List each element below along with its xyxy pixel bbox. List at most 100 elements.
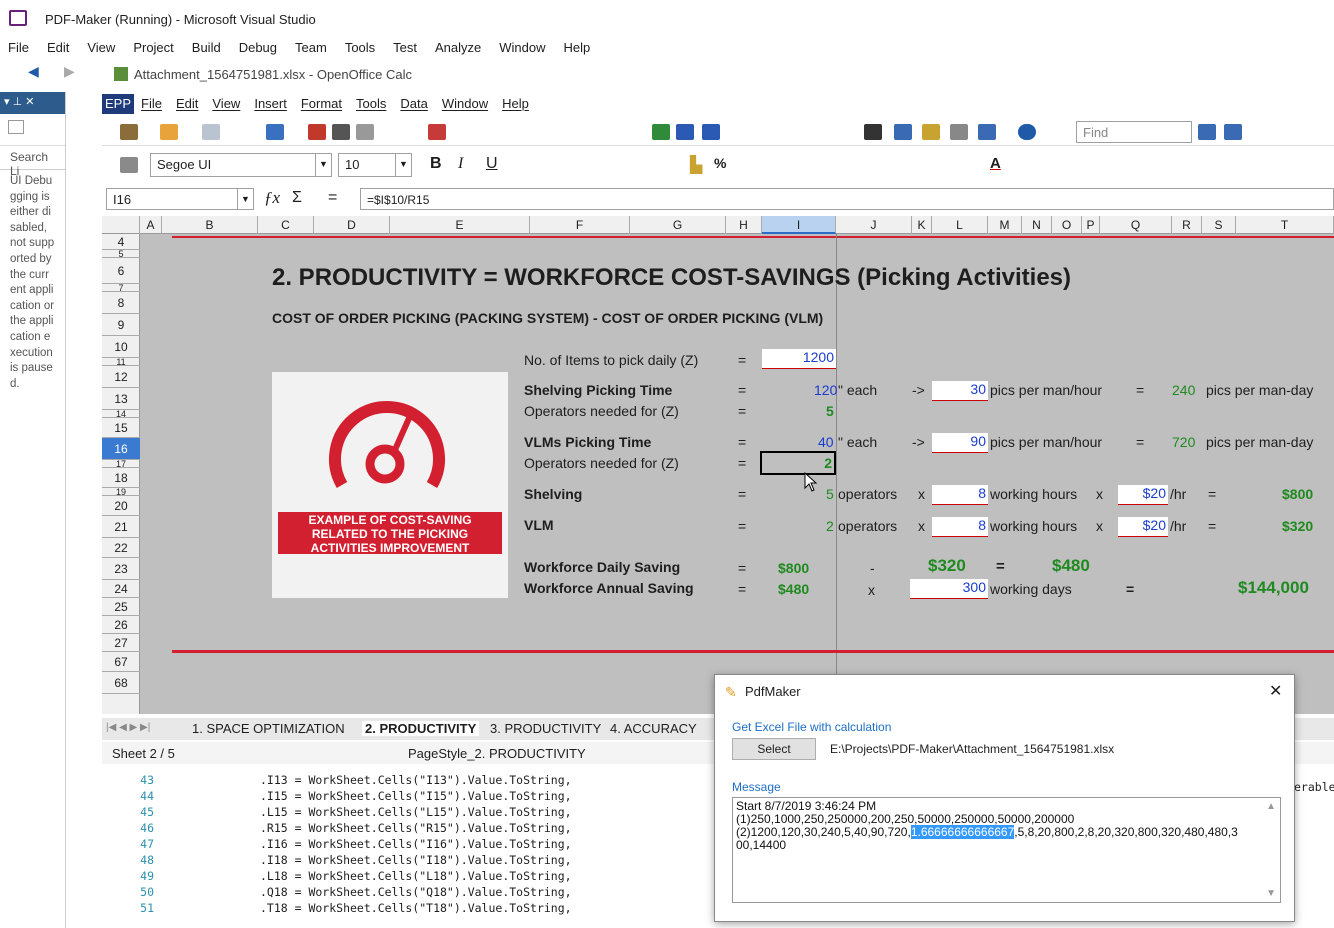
print-icon[interactable] bbox=[332, 124, 350, 140]
select-all-corner[interactable] bbox=[102, 216, 140, 234]
sort-descending-icon[interactable] bbox=[702, 124, 720, 140]
daily-saving-a[interactable]: $800 bbox=[778, 560, 809, 576]
selected-cell-I16[interactable]: 2 bbox=[760, 451, 836, 475]
close-icon[interactable]: ✕ bbox=[1269, 681, 1282, 701]
vs-menu-project[interactable]: Project bbox=[124, 38, 182, 58]
row-header-7[interactable]: 7 bbox=[102, 284, 140, 293]
col-header-J[interactable]: J bbox=[836, 216, 912, 234]
tab-space-optimization[interactable]: 1. SPACE OPTIMIZATION bbox=[192, 721, 345, 736]
col-header-F[interactable]: F bbox=[530, 216, 630, 234]
shelving-cost-value[interactable]: $800 bbox=[1282, 486, 1313, 502]
new-doc-icon[interactable] bbox=[120, 124, 138, 140]
calc-menu-data[interactable]: Data bbox=[393, 94, 434, 114]
row-header-5[interactable]: 5 bbox=[102, 250, 140, 259]
row-header-68[interactable]: 68 bbox=[102, 672, 140, 694]
vlm-day-value[interactable]: 720 bbox=[1172, 434, 1195, 450]
daily-saving-c[interactable]: $480 bbox=[1052, 556, 1090, 576]
col-header-T[interactable]: T bbox=[1236, 216, 1334, 234]
data-sources-icon[interactable] bbox=[950, 124, 968, 140]
bold-icon[interactable]: B bbox=[430, 155, 442, 173]
styles-icon[interactable] bbox=[120, 157, 138, 173]
message-textarea[interactable]: Start 8/7/2019 3:46:24 PM (1)250,1000,25… bbox=[732, 797, 1281, 903]
edit-mode-icon[interactable] bbox=[266, 124, 284, 140]
calc-menu-edit[interactable]: Edit bbox=[169, 94, 205, 114]
col-header-I[interactable]: I bbox=[762, 216, 836, 234]
working-days-cell[interactable]: 300 bbox=[910, 579, 988, 599]
help-icon[interactable] bbox=[1018, 124, 1036, 140]
row-header-17[interactable]: 17 bbox=[102, 460, 140, 469]
zoom-icon[interactable] bbox=[978, 124, 996, 140]
spreadsheet-grid[interactable]: A B C D E F G H I J K L M N O P Q R S T … bbox=[102, 216, 1334, 714]
pin-icon[interactable]: ▾ ⊥ ✕ bbox=[4, 96, 34, 108]
vlm-cost-value[interactable]: $320 bbox=[1282, 518, 1313, 534]
open-folder-icon[interactable] bbox=[160, 124, 178, 140]
vs-menu-tools[interactable]: Tools bbox=[336, 38, 384, 58]
italic-icon[interactable]: I bbox=[458, 155, 463, 173]
col-header-C[interactable]: C bbox=[258, 216, 314, 234]
annual-total-value[interactable]: $144,000 bbox=[1238, 578, 1309, 598]
tab-scroll-arrows-icon[interactable]: |◀ ◀ ▶ ▶| bbox=[106, 722, 150, 733]
items-value-cell[interactable]: 1200 bbox=[762, 349, 836, 369]
row-header-25[interactable]: 25 bbox=[102, 598, 140, 616]
tab-accuracy[interactable]: 4. ACCURACY bbox=[610, 721, 697, 736]
forward-arrow-icon[interactable]: ▶ bbox=[64, 63, 75, 80]
col-header-A[interactable]: A bbox=[140, 216, 162, 234]
calc-menu-window[interactable]: Window bbox=[435, 94, 495, 114]
vs-menu-build[interactable]: Build bbox=[183, 38, 230, 58]
select-element-icon[interactable] bbox=[8, 120, 24, 134]
scroll-up-icon[interactable]: ▲ bbox=[1266, 800, 1276, 813]
hyperlink-icon[interactable] bbox=[652, 124, 670, 140]
calc-menu-epp[interactable]: EPP bbox=[102, 94, 135, 114]
col-header-D[interactable]: D bbox=[314, 216, 390, 234]
row-header-21[interactable]: 21 bbox=[102, 516, 140, 538]
chevron-down-icon[interactable]: ▼ bbox=[315, 154, 331, 176]
name-box[interactable]: I16 ▼ bbox=[106, 188, 254, 210]
font-name-select[interactable]: Segoe UI ▼ bbox=[150, 153, 332, 177]
underline-icon[interactable]: U bbox=[486, 155, 498, 173]
vs-menu-debug[interactable]: Debug bbox=[230, 38, 286, 58]
currency-icon[interactable]: ▙ bbox=[690, 155, 702, 175]
row-header-26[interactable]: 26 bbox=[102, 616, 140, 634]
row-header-11[interactable]: 11 bbox=[102, 358, 140, 367]
vlm-ops-value[interactable]: 2 bbox=[826, 518, 834, 534]
col-header-N[interactable]: N bbox=[1022, 216, 1052, 234]
col-header-O[interactable]: O bbox=[1052, 216, 1082, 234]
row-header-67[interactable]: 67 bbox=[102, 652, 140, 672]
export-pdf-icon[interactable] bbox=[308, 124, 326, 140]
chevron-down-icon[interactable]: ▼ bbox=[395, 154, 411, 176]
percent-icon[interactable]: % bbox=[714, 155, 726, 171]
find-input[interactable]: Find bbox=[1076, 121, 1192, 143]
col-header-G[interactable]: G bbox=[630, 216, 726, 234]
vs-menu-analyze[interactable]: Analyze bbox=[426, 38, 490, 58]
row-header-4[interactable]: 4 bbox=[102, 234, 140, 250]
col-header-Q[interactable]: Q bbox=[1100, 216, 1172, 234]
vs-menu-help[interactable]: Help bbox=[555, 38, 600, 58]
col-header-H[interactable]: H bbox=[726, 216, 762, 234]
tab-productivity-3[interactable]: 3. PRODUCTIVITY bbox=[490, 721, 601, 736]
vs-menu-test[interactable]: Test bbox=[384, 38, 426, 58]
find-replace-icon[interactable] bbox=[864, 124, 882, 140]
col-header-P[interactable]: P bbox=[1082, 216, 1100, 234]
search-input[interactable]: Search Li bbox=[0, 146, 65, 178]
vs-menu-edit[interactable]: Edit bbox=[38, 38, 78, 58]
col-header-E[interactable]: E bbox=[390, 216, 530, 234]
row-header-8[interactable]: 8 bbox=[102, 292, 140, 314]
tab-productivity-active[interactable]: 2. PRODUCTIVITY bbox=[362, 721, 480, 736]
row-header-18[interactable]: 18 bbox=[102, 468, 140, 488]
scroll-down-icon[interactable]: ▼ bbox=[1266, 887, 1276, 900]
font-size-select[interactable]: 10 ▼ bbox=[338, 153, 412, 177]
col-header-R[interactable]: R bbox=[1172, 216, 1202, 234]
equals-icon[interactable]: = bbox=[328, 189, 337, 207]
calc-menu-format[interactable]: Format bbox=[294, 94, 349, 114]
shelving-day-value[interactable]: 240 bbox=[1172, 382, 1195, 398]
font-color-icon[interactable]: A bbox=[990, 155, 1001, 172]
vlm-time-value[interactable]: 40 bbox=[818, 434, 834, 450]
back-arrow-icon[interactable]: ◀ bbox=[28, 63, 39, 80]
vs-menu-view[interactable]: View bbox=[78, 38, 124, 58]
shelving-ops-value[interactable]: 5 bbox=[826, 486, 834, 502]
daily-saving-b[interactable]: $320 bbox=[928, 556, 966, 576]
calc-menu-help[interactable]: Help bbox=[495, 94, 536, 114]
row-header-15[interactable]: 15 bbox=[102, 418, 140, 438]
col-header-S[interactable]: S bbox=[1202, 216, 1236, 234]
autospell-icon[interactable] bbox=[428, 124, 446, 140]
